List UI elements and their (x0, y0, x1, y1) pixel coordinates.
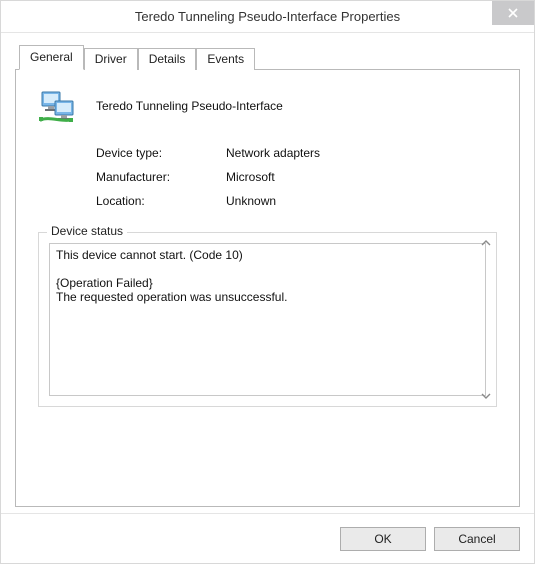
cancel-button[interactable]: Cancel (434, 527, 520, 551)
dialog-buttons: OK Cancel (1, 513, 534, 563)
tab-panel-general: Teredo Tunneling Pseudo-Interface Device… (15, 69, 520, 507)
scroll-up-icon[interactable] (478, 235, 494, 251)
location-row: Location: Unknown (96, 194, 497, 208)
device-type-label: Device type: (96, 146, 226, 160)
tab-general[interactable]: General (19, 45, 84, 70)
properties-dialog: Teredo Tunneling Pseudo-Interface Proper… (0, 0, 535, 564)
device-status-text[interactable]: This device cannot start. (Code 10) {Ope… (49, 243, 486, 396)
device-header: Teredo Tunneling Pseudo-Interface (38, 86, 497, 126)
network-adapter-icon (38, 86, 78, 126)
location-label: Location: (96, 194, 226, 208)
device-type-row: Device type: Network adapters (96, 146, 497, 160)
device-type-value: Network adapters (226, 146, 320, 160)
dialog-title: Teredo Tunneling Pseudo-Interface Proper… (135, 9, 400, 24)
scroll-down-icon[interactable] (478, 388, 494, 404)
manufacturer-row: Manufacturer: Microsoft (96, 170, 497, 184)
tabstrip: General Driver Details Events (15, 47, 520, 70)
manufacturer-label: Manufacturer: (96, 170, 226, 184)
close-icon (508, 8, 518, 18)
device-status-legend: Device status (47, 224, 127, 238)
tab-details[interactable]: Details (138, 48, 197, 70)
titlebar: Teredo Tunneling Pseudo-Interface Proper… (1, 1, 534, 33)
device-name: Teredo Tunneling Pseudo-Interface (96, 99, 283, 113)
tab-driver[interactable]: Driver (84, 48, 138, 70)
device-status-group: Device status This device cannot start. … (38, 232, 497, 407)
location-value: Unknown (226, 194, 276, 208)
close-button[interactable] (492, 1, 534, 25)
tab-events[interactable]: Events (196, 48, 255, 70)
manufacturer-value: Microsoft (226, 170, 275, 184)
ok-button[interactable]: OK (340, 527, 426, 551)
device-info: Device type: Network adapters Manufactur… (96, 146, 497, 208)
dialog-content: General Driver Details Events (1, 33, 534, 513)
